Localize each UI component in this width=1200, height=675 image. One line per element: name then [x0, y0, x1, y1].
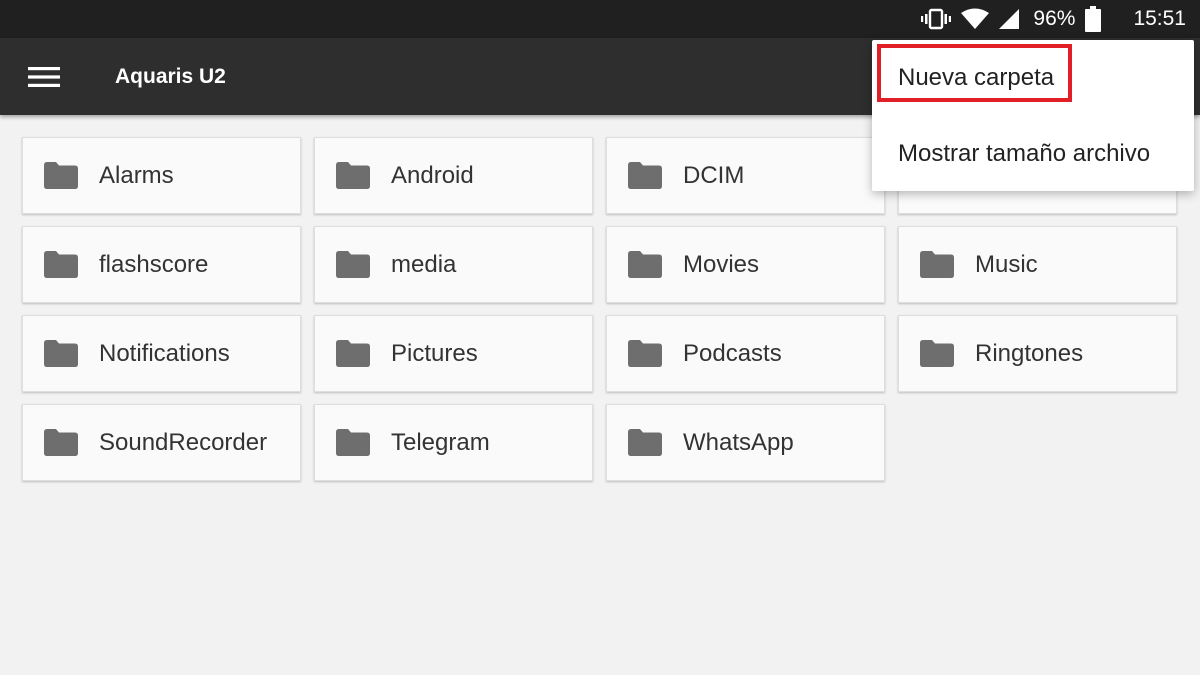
app-title: Aquaris U2: [115, 65, 226, 88]
folder-label: WhatsApp: [683, 428, 794, 456]
folder-tile[interactable]: Movies: [606, 226, 885, 303]
menu-item-label: Nueva carpeta: [898, 64, 1055, 91]
folder-icon: [920, 251, 954, 278]
folder-label: Alarms: [99, 161, 174, 189]
folder-icon: [44, 340, 78, 367]
folder-icon: [336, 162, 370, 189]
folder-label: Ringtones: [975, 339, 1084, 367]
folder-tile[interactable]: Notifications: [22, 315, 301, 392]
status-icons: 96% 15:51: [921, 0, 1186, 38]
hamburger-menu-icon: [28, 67, 60, 87]
folder-label: Android: [391, 161, 474, 189]
folder-tile[interactable]: Alarms: [22, 137, 301, 214]
folder-tile[interactable]: flashscore: [22, 226, 301, 303]
overflow-menu: Nueva carpeta Mostrar tamaño archivo: [872, 40, 1194, 191]
battery-icon: [1085, 6, 1102, 32]
folder-icon: [44, 429, 78, 456]
folder-tile[interactable]: Podcasts: [606, 315, 885, 392]
folder-icon: [336, 429, 370, 456]
folder-tile[interactable]: Ringtones: [898, 315, 1177, 392]
folder-icon: [628, 429, 662, 456]
folder-label: SoundRecorder: [99, 428, 268, 456]
folder-tile[interactable]: WhatsApp: [606, 404, 885, 481]
folder-label: Music: [975, 250, 1038, 278]
folder-label: Telegram: [391, 428, 490, 456]
folder-icon: [44, 251, 78, 278]
folder-icon: [628, 251, 662, 278]
folder-label: Movies: [683, 250, 760, 278]
folder-tile[interactable]: SoundRecorder: [22, 404, 301, 481]
status-bar: 96% 15:51: [0, 0, 1200, 38]
folder-label: Podcasts: [683, 339, 782, 367]
folder-tile[interactable]: DCIM: [606, 137, 885, 214]
folder-label: Notifications: [99, 339, 230, 367]
folder-tile[interactable]: Music: [898, 226, 1177, 303]
hamburger-menu-button[interactable]: [22, 60, 66, 94]
signal-icon: [999, 8, 1020, 30]
folder-icon: [336, 340, 370, 367]
folder-icon: [628, 340, 662, 367]
folder-tile[interactable]: Telegram: [314, 404, 593, 481]
vibrate-icon: [921, 8, 952, 30]
folder-label: Pictures: [391, 339, 478, 367]
folder-icon: [336, 251, 370, 278]
wifi-icon: [961, 8, 990, 30]
menu-item-new-folder[interactable]: Nueva carpeta: [872, 40, 1194, 116]
status-clock: 15:51: [1133, 7, 1186, 30]
folder-label: DCIM: [683, 161, 745, 189]
folder-tile[interactable]: media: [314, 226, 593, 303]
folder-label: flashscore: [99, 250, 209, 278]
folder-icon: [628, 162, 662, 189]
folder-tile[interactable]: Android: [314, 137, 593, 214]
menu-item-show-file-size[interactable]: Mostrar tamaño archivo: [872, 116, 1194, 192]
folder-label: media: [391, 250, 457, 278]
folder-icon: [920, 340, 954, 367]
folder-tile[interactable]: Pictures: [314, 315, 593, 392]
folder-icon: [44, 162, 78, 189]
battery-percent: 96%: [1033, 7, 1076, 30]
menu-item-label: Mostrar tamaño archivo: [898, 140, 1151, 167]
